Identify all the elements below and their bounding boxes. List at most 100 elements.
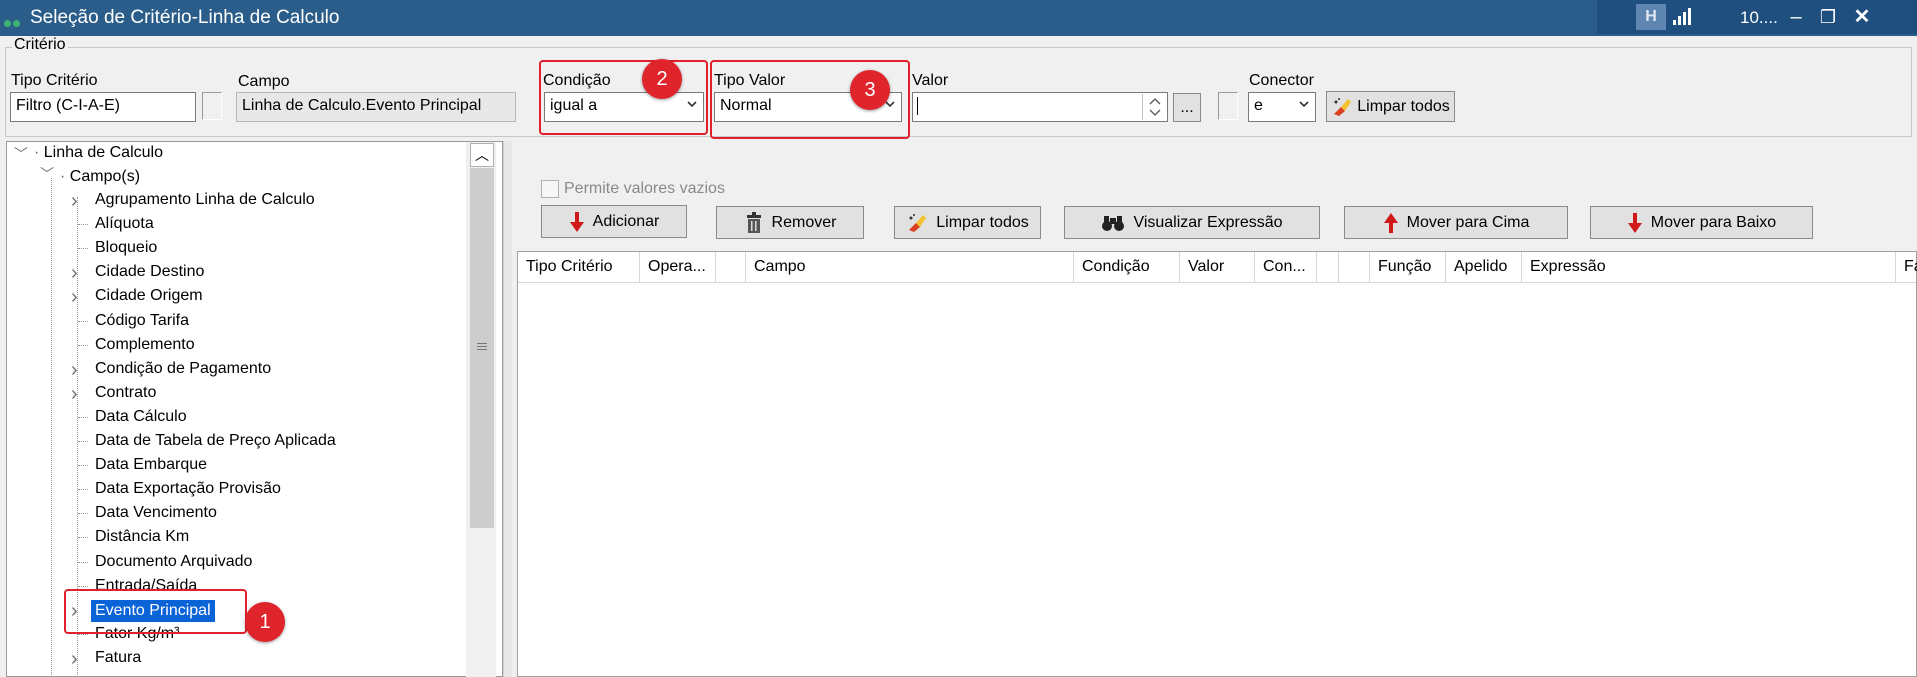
criteria-grid[interactable]: Tipo Critério Opera... Campo Condição Va…: [517, 251, 1917, 677]
permite-vazios-label: Permite valores vazios: [564, 180, 725, 197]
tree-scroll-thumb[interactable]: [470, 168, 494, 528]
chevron-down-icon[interactable]: ﹀: [14, 144, 28, 164]
tree-item[interactable]: Cidade Origem: [95, 286, 203, 306]
tree-item[interactable]: Condição de Pagamento: [95, 359, 271, 379]
tipo-criterio-field[interactable]: Filtro (C-I-A-E): [10, 92, 196, 122]
column-header[interactable]: Expressão: [1522, 252, 1896, 282]
adicionar-button[interactable]: Adicionar: [541, 205, 687, 238]
tree-item[interactable]: Documento Arquivado: [95, 552, 252, 572]
annotation-box-1: [64, 589, 247, 634]
permite-vazios-checkbox[interactable]: [541, 180, 559, 198]
scroll-up-icon[interactable]: ︿: [470, 143, 494, 167]
tree-item[interactable]: Contrato: [95, 383, 156, 403]
text-cursor: [917, 97, 918, 115]
campo-label: Campo: [238, 73, 290, 90]
chevron-right-icon[interactable]: ›: [71, 649, 83, 669]
column-header[interactable]: [1317, 252, 1339, 282]
valor-spinner[interactable]: [1142, 94, 1167, 120]
chevron-right-icon[interactable]: ›: [71, 360, 83, 380]
criterio-legend: Critério: [12, 36, 68, 54]
mover-para-cima-label: Mover para Cima: [1406, 213, 1530, 231]
tree-item[interactable]: Bloqueio: [95, 238, 157, 258]
tree-connector: [78, 224, 88, 226]
arrow-up-icon: [1383, 212, 1398, 233]
criterio-limpar-todos-label: Limpar todos: [1357, 97, 1450, 115]
conector-label: Conector: [1249, 72, 1314, 89]
grid-header-divider: [518, 282, 1916, 283]
tree-item[interactable]: Código Tarifa: [95, 311, 189, 331]
tipo-criterio-checkbox[interactable]: [202, 92, 222, 120]
column-header[interactable]: Campo: [746, 252, 1074, 282]
tree-item[interactable]: Data Vencimento: [95, 503, 217, 523]
tree-connector: [78, 465, 88, 467]
chevron-right-icon[interactable]: ›: [71, 384, 83, 404]
tree-root[interactable]: · Linha de Calculo: [34, 143, 163, 163]
eraser-icon: [1334, 97, 1352, 116]
tree-connector: [78, 561, 88, 563]
visualizar-expressao-button[interactable]: Visualizar Expressão: [1064, 206, 1320, 239]
column-header[interactable]: Con...: [1255, 252, 1317, 282]
conector-select[interactable]: e: [1248, 92, 1316, 122]
restore-button[interactable]: ❐: [1814, 4, 1842, 30]
valor-label: Valor: [912, 72, 949, 89]
chevron-down-icon[interactable]: ﹀: [40, 164, 54, 184]
mover-para-cima-button[interactable]: Mover para Cima: [1344, 206, 1568, 239]
tree-item[interactable]: Alíquota: [95, 214, 154, 234]
annotation-badge-1: 1: [245, 602, 285, 642]
arrow-down-icon: [569, 211, 584, 232]
valor-checkbox[interactable]: [1218, 92, 1238, 120]
tree-connector: [78, 537, 88, 539]
tree-connector: [78, 585, 88, 587]
tree-connector: [78, 513, 88, 515]
limpar-todos-label: Limpar todos: [936, 213, 1029, 231]
tree-item[interactable]: Agrupamento Linha de Calculo: [95, 190, 315, 210]
close-button[interactable]: ✕: [1848, 4, 1876, 30]
minimize-button[interactable]: ‒: [1782, 4, 1810, 30]
tree-item[interactable]: Data Cálculo: [95, 407, 187, 427]
tree-item[interactable]: Distância Km: [95, 527, 189, 547]
valor-input[interactable]: [912, 92, 1168, 122]
panel-splitter[interactable]: [503, 141, 512, 677]
column-header[interactable]: Condição: [1074, 252, 1180, 282]
tree-group-campos[interactable]: · Campo(s): [60, 167, 140, 187]
column-header[interactable]: Tipo Critério: [518, 252, 640, 282]
tree-connector: [78, 441, 88, 442]
limpar-todos-button[interactable]: Limpar todos: [894, 206, 1041, 239]
tree-guide-line: [51, 178, 52, 677]
eraser-icon: [909, 213, 927, 232]
column-header[interactable]: [716, 252, 746, 282]
column-header[interactable]: [1339, 252, 1370, 282]
binoculars-icon: [1102, 215, 1125, 231]
annotation-box-2: [539, 60, 708, 135]
column-header[interactable]: Falha: [1896, 252, 1917, 282]
campo-field: Linha de Calculo.Evento Principal: [236, 92, 516, 122]
column-header[interactable]: Função: [1370, 252, 1446, 282]
column-header[interactable]: Apelido: [1446, 252, 1522, 282]
tipo-criterio-label: Tipo Critério: [11, 72, 98, 89]
annotation-badge-2: 2: [642, 59, 682, 99]
chevron-right-icon[interactable]: ›: [71, 287, 83, 307]
window-title: Seleção de Critério-Linha de Calculo: [30, 7, 340, 28]
connection-label: 10....: [1740, 8, 1778, 27]
criterio-limpar-todos-button[interactable]: Limpar todos: [1326, 91, 1455, 122]
column-header[interactable]: Valor: [1180, 252, 1255, 282]
arrow-down-icon: [1627, 212, 1642, 233]
tree-connector: [78, 416, 88, 418]
remover-label: Remover: [771, 213, 837, 231]
connection-badge[interactable]: H: [1636, 4, 1666, 30]
app-icon: [4, 14, 22, 32]
tree-item[interactable]: Data Exportação Provisão: [95, 479, 281, 499]
tree-item[interactable]: Data de Tabela de Preço Aplicada: [95, 431, 336, 451]
spinner-arrows-icon: [1149, 98, 1161, 116]
tree-item[interactable]: Cidade Destino: [95, 262, 204, 282]
column-header[interactable]: Opera...: [640, 252, 716, 282]
chevron-right-icon[interactable]: ›: [71, 191, 83, 211]
tree-item[interactable]: Data Embarque: [95, 455, 207, 475]
mover-para-baixo-button[interactable]: Mover para Baixo: [1590, 206, 1813, 239]
visualizar-expressao-label: Visualizar Expressão: [1133, 213, 1283, 231]
remover-button[interactable]: Remover: [716, 206, 864, 239]
chevron-right-icon[interactable]: ›: [71, 263, 83, 283]
tree-item[interactable]: Fatura: [95, 648, 141, 668]
tree-item[interactable]: Complemento: [95, 335, 195, 355]
valor-ellipsis-button[interactable]: ...: [1173, 93, 1201, 122]
